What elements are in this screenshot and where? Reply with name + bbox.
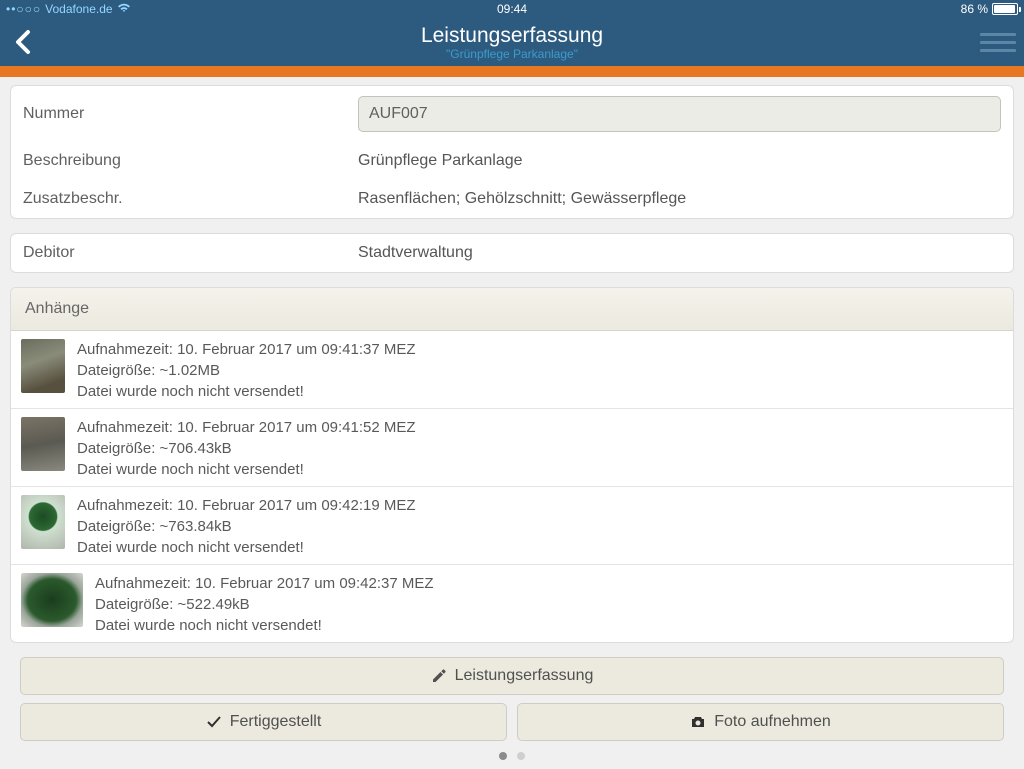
attachment-status: Datei wurde noch nicht versendet! <box>95 617 434 634</box>
camera-icon <box>690 714 706 730</box>
debitor-card: Debitor Stadtverwaltung <box>10 233 1014 273</box>
attachment-thumbnail-icon <box>21 339 65 393</box>
attachment-size: Dateigröße: ~706.43kB <box>77 440 416 457</box>
menu-button[interactable] <box>980 26 1016 58</box>
accent-bar <box>0 66 1024 77</box>
attachment-thumbnail-icon <box>21 495 65 549</box>
attachment-size: Dateigröße: ~522.49kB <box>95 596 434 613</box>
battery-icon <box>992 3 1018 15</box>
attachment-thumbnail-icon <box>21 573 83 627</box>
capture-service-button[interactable]: Leistungserfassung <box>20 657 1004 695</box>
number-value: AUF007 <box>369 105 428 123</box>
number-field[interactable]: AUF007 <box>358 96 1001 132</box>
page-subtitle: "Grünpflege Parkanlage" <box>0 47 1024 61</box>
app-header: Leistungserfassung "Grünpflege Parkanlag… <box>0 18 1024 66</box>
attachment-time: Aufnahmezeit: 10. Februar 2017 um 09:42:… <box>77 497 416 514</box>
attachment-row[interactable]: Aufnahmezeit: 10. Februar 2017 um 09:41:… <box>11 409 1013 487</box>
attachment-time: Aufnahmezeit: 10. Februar 2017 um 09:41:… <box>77 419 416 436</box>
extra-desc-label: Zusatzbeschr. <box>23 190 358 208</box>
page-dot-active <box>499 752 507 760</box>
page-indicator[interactable] <box>10 747 1014 765</box>
extra-desc-value: Rasenflächen; Gehölzschnitt; Gewässerpfl… <box>358 190 1001 208</box>
pencil-icon <box>431 668 447 684</box>
attachment-status: Datei wurde noch nicht versendet! <box>77 461 416 478</box>
attachments-card: Anhänge Aufnahmezeit: 10. Februar 2017 u… <box>10 287 1014 643</box>
attachment-row[interactable]: Aufnahmezeit: 10. Februar 2017 um 09:42:… <box>11 487 1013 565</box>
attachment-time: Aufnahmezeit: 10. Februar 2017 um 09:42:… <box>95 575 434 592</box>
description-label: Beschreibung <box>23 152 358 170</box>
check-icon <box>206 714 222 730</box>
attachment-time: Aufnahmezeit: 10. Februar 2017 um 09:41:… <box>77 341 416 358</box>
page-title: Leistungserfassung <box>0 24 1024 48</box>
status-time: 09:44 <box>0 2 1024 16</box>
menu-icon <box>980 33 1016 36</box>
attachment-size: Dateigröße: ~763.84kB <box>77 518 416 535</box>
complete-button[interactable]: Fertiggestellt <box>20 703 507 741</box>
attachment-thumbnail-icon <box>21 417 65 471</box>
order-details-card: Nummer AUF007 Beschreibung Grünpflege Pa… <box>10 85 1014 219</box>
take-photo-button[interactable]: Foto aufnehmen <box>517 703 1004 741</box>
attachments-header: Anhänge <box>11 288 1013 331</box>
complete-label: Fertiggestellt <box>230 713 322 731</box>
status-bar: ••○○○ Vodafone.de 09:44 86 % <box>0 0 1024 18</box>
capture-service-label: Leistungserfassung <box>455 667 594 685</box>
number-label: Nummer <box>23 105 358 123</box>
attachment-row[interactable]: Aufnahmezeit: 10. Februar 2017 um 09:42:… <box>11 565 1013 642</box>
attachment-status: Datei wurde noch nicht versendet! <box>77 539 416 556</box>
debitor-label: Debitor <box>23 244 358 262</box>
debitor-value: Stadtverwaltung <box>358 244 1001 262</box>
attachment-size: Dateigröße: ~1.02MB <box>77 362 416 379</box>
page-dot <box>517 752 525 760</box>
attachment-row[interactable]: Aufnahmezeit: 10. Februar 2017 um 09:41:… <box>11 331 1013 409</box>
take-photo-label: Foto aufnehmen <box>714 713 831 731</box>
attachment-status: Datei wurde noch nicht versendet! <box>77 383 416 400</box>
description-value: Grünpflege Parkanlage <box>358 152 1001 170</box>
